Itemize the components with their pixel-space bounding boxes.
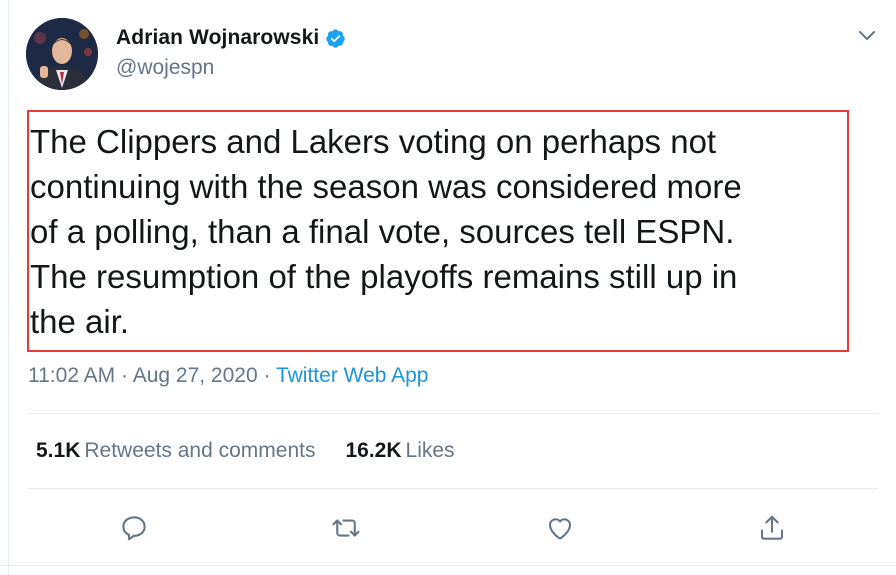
divider <box>28 488 878 489</box>
share-button[interactable] <box>752 508 792 548</box>
verified-badge-icon <box>325 28 346 49</box>
author-handle[interactable]: @wojespn <box>116 56 214 80</box>
retweet-button[interactable] <box>326 508 366 548</box>
meta-separator: · <box>121 364 129 387</box>
author-name-row[interactable]: Adrian Wojnarowski <box>116 26 346 50</box>
meta-separator: · <box>263 364 271 387</box>
divider <box>28 413 878 414</box>
tweet-meta: 11:02 AM · Aug 27, 2020 · Twitter Web Ap… <box>28 364 429 388</box>
tweet-actions <box>0 508 896 548</box>
retweet-icon <box>332 519 360 537</box>
author-name[interactable]: Adrian Wojnarowski <box>116 26 319 50</box>
reply-button[interactable] <box>114 508 154 548</box>
tweet-stats: 5.1K Retweets and comments 16.2K Likes <box>36 439 455 463</box>
tweet-text: The Clippers and Lakers voting on perhap… <box>27 110 849 352</box>
avatar[interactable] <box>26 18 98 90</box>
avatar-image <box>26 18 98 90</box>
heart-icon <box>548 518 572 540</box>
retweets-label: Retweets and comments <box>84 439 316 462</box>
tweet-date[interactable]: Aug 27, 2020 <box>133 364 258 387</box>
likes-label: Likes <box>405 439 455 462</box>
frame-bottom-border <box>0 565 896 566</box>
retweets-count: 5.1K <box>36 439 81 462</box>
tweet-time[interactable]: 11:02 AM <box>28 364 115 387</box>
retweets-stat[interactable]: 5.1K Retweets and comments <box>36 439 315 463</box>
share-icon <box>760 515 784 540</box>
like-button[interactable] <box>540 508 580 548</box>
likes-count: 16.2K <box>345 439 402 462</box>
source-app-link[interactable]: Twitter Web App <box>276 364 429 387</box>
frame-left-border <box>8 0 9 575</box>
reply-icon <box>122 516 146 541</box>
chevron-down-icon[interactable] <box>856 24 878 46</box>
likes-stat[interactable]: 16.2K Likes <box>345 439 454 463</box>
